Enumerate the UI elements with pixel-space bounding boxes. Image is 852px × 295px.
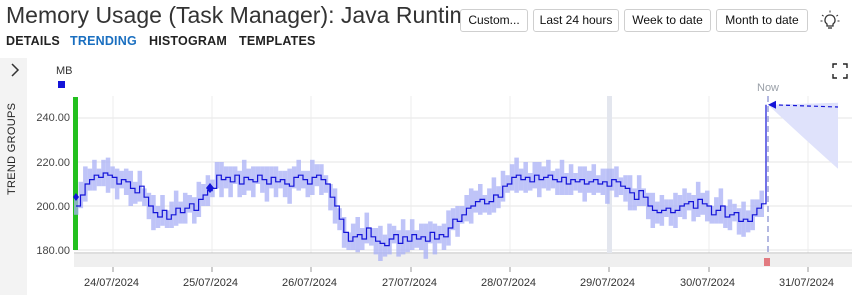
range-start-bar [73,97,78,250]
forecast-cone [768,102,838,169]
time-scrubber [74,254,852,267]
now-marker [764,258,770,266]
trend-chart[interactable] [0,0,852,295]
